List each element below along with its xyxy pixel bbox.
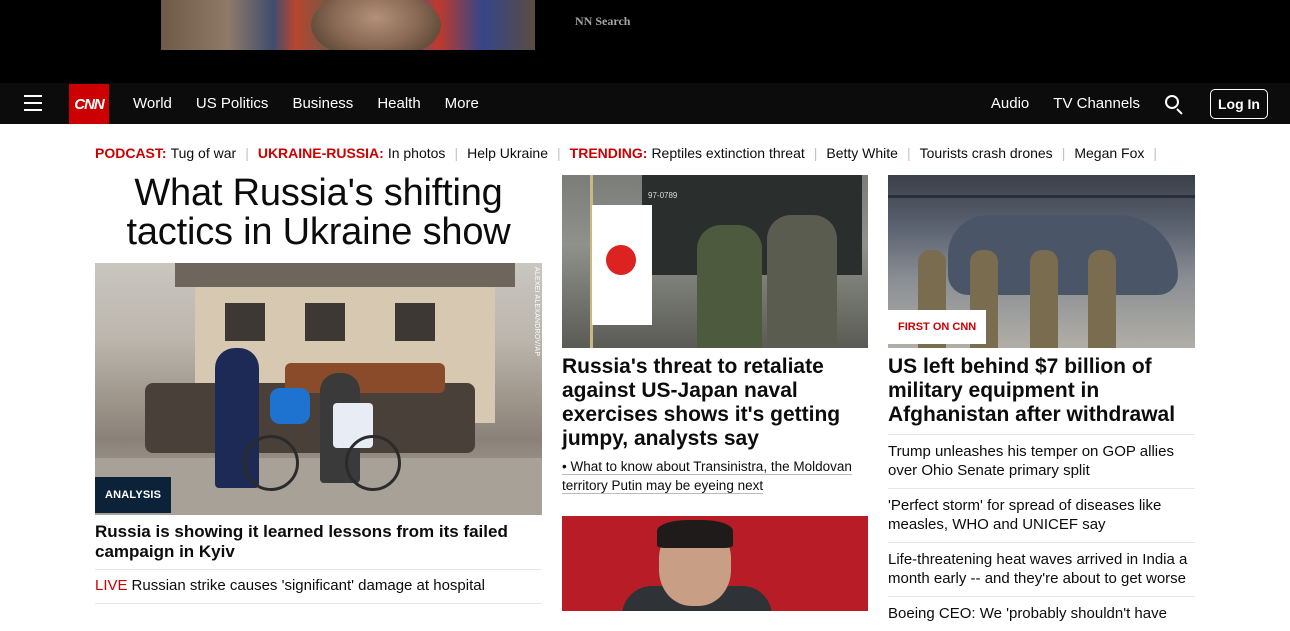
nav-right: Audio TV Channels Log In (991, 83, 1268, 124)
divider: | (906, 145, 911, 161)
analysis-badge: ANALYSIS (95, 477, 172, 513)
divider: | (557, 145, 561, 161)
headline-list: Trump unleashes his temper on GOP allies… (888, 434, 1195, 631)
photo-credit: ALEXEI ALEXANDROV/AP (533, 267, 540, 357)
related-story-text[interactable]: • What to know about Transinistra, the M… (562, 459, 852, 494)
hamburger-menu-icon[interactable] (23, 95, 43, 112)
first-on-cnn-badge: FIRST ON CNN (888, 310, 987, 344)
nav-link-health[interactable]: Health (377, 95, 420, 112)
login-button[interactable]: Log In (1210, 88, 1268, 119)
trending-bar: PODCAST: Tug of war | UKRAINE-RUSSIA: In p… (95, 145, 1166, 161)
ad-label: NN Search (575, 14, 631, 28)
nav-link-world[interactable]: World (133, 95, 172, 112)
live-label: LIVE (95, 577, 128, 594)
trending-label: PODCAST: (95, 145, 167, 161)
divider: | (245, 145, 249, 161)
trending-link[interactable]: Reptiles extinction threat (651, 145, 804, 161)
search-icon[interactable] (1164, 94, 1184, 115)
divider: | (1153, 145, 1158, 161)
trending-label: TRENDING: (569, 145, 648, 161)
divider: | (454, 145, 459, 161)
trending-link[interactable]: Megan Fox (1074, 145, 1144, 161)
xi-jinping-image[interactable] (562, 516, 868, 611)
lead-headline[interactable]: What Russia's shifting tactics in Ukrain… (95, 174, 542, 252)
story-headline[interactable]: Russia's threat to retaliate against US-… (562, 355, 868, 451)
story-headline[interactable]: US left behind $7 billion of military eq… (888, 355, 1195, 427)
related-story-link[interactable]: • What to know about Transinistra, the M… (562, 457, 868, 495)
trending-link[interactable]: Tourists crash drones (920, 145, 1053, 161)
live-story-text[interactable]: Russian strike causes 'significant' dama… (132, 577, 485, 594)
cnn-logo[interactable]: CNN (69, 84, 109, 124)
trending-link[interactable]: Help Ukraine (467, 145, 548, 161)
nav-link-us-politics[interactable]: US Politics (196, 95, 269, 112)
trending-link[interactable]: Betty White (826, 145, 898, 161)
list-item[interactable]: Trump unleashes his temper on GOP allies… (888, 434, 1195, 488)
nav-link-more[interactable]: More (445, 95, 479, 112)
lead-story-link[interactable]: Russia is showing it learned lessons fro… (95, 522, 542, 562)
divider: | (813, 145, 818, 161)
list-item[interactable]: 'Perfect storm' for spread of diseases l… (888, 488, 1195, 542)
nav-link-business[interactable]: Business (292, 95, 353, 112)
nav-links: World US Politics Business Health More (133, 83, 503, 124)
nav-link-audio[interactable]: Audio (991, 95, 1029, 112)
divider: | (1061, 145, 1066, 161)
ad-image[interactable] (161, 0, 535, 50)
nav-link-tv-channels[interactable]: TV Channels (1053, 95, 1140, 112)
trending-label: UKRAINE-RUSSIA: (257, 145, 384, 161)
japan-exercise-image[interactable]: 97-0789 (562, 175, 868, 348)
ad-banner[interactable]: NN Search (0, 0, 1290, 83)
vehicle-plate: 97-0789 (648, 191, 678, 200)
top-navigation: CNN World US Politics Business Health Mo… (0, 83, 1290, 124)
list-item[interactable]: Life-threatening heat waves arrived in I… (888, 542, 1195, 596)
trending-link[interactable]: In photos (388, 145, 446, 161)
list-item[interactable]: Boeing CEO: We 'probably shouldn't have (888, 596, 1195, 631)
live-story-row[interactable]: LIVE Russian strike causes 'significant' … (95, 569, 542, 604)
trending-link[interactable]: Tug of war (171, 145, 237, 161)
